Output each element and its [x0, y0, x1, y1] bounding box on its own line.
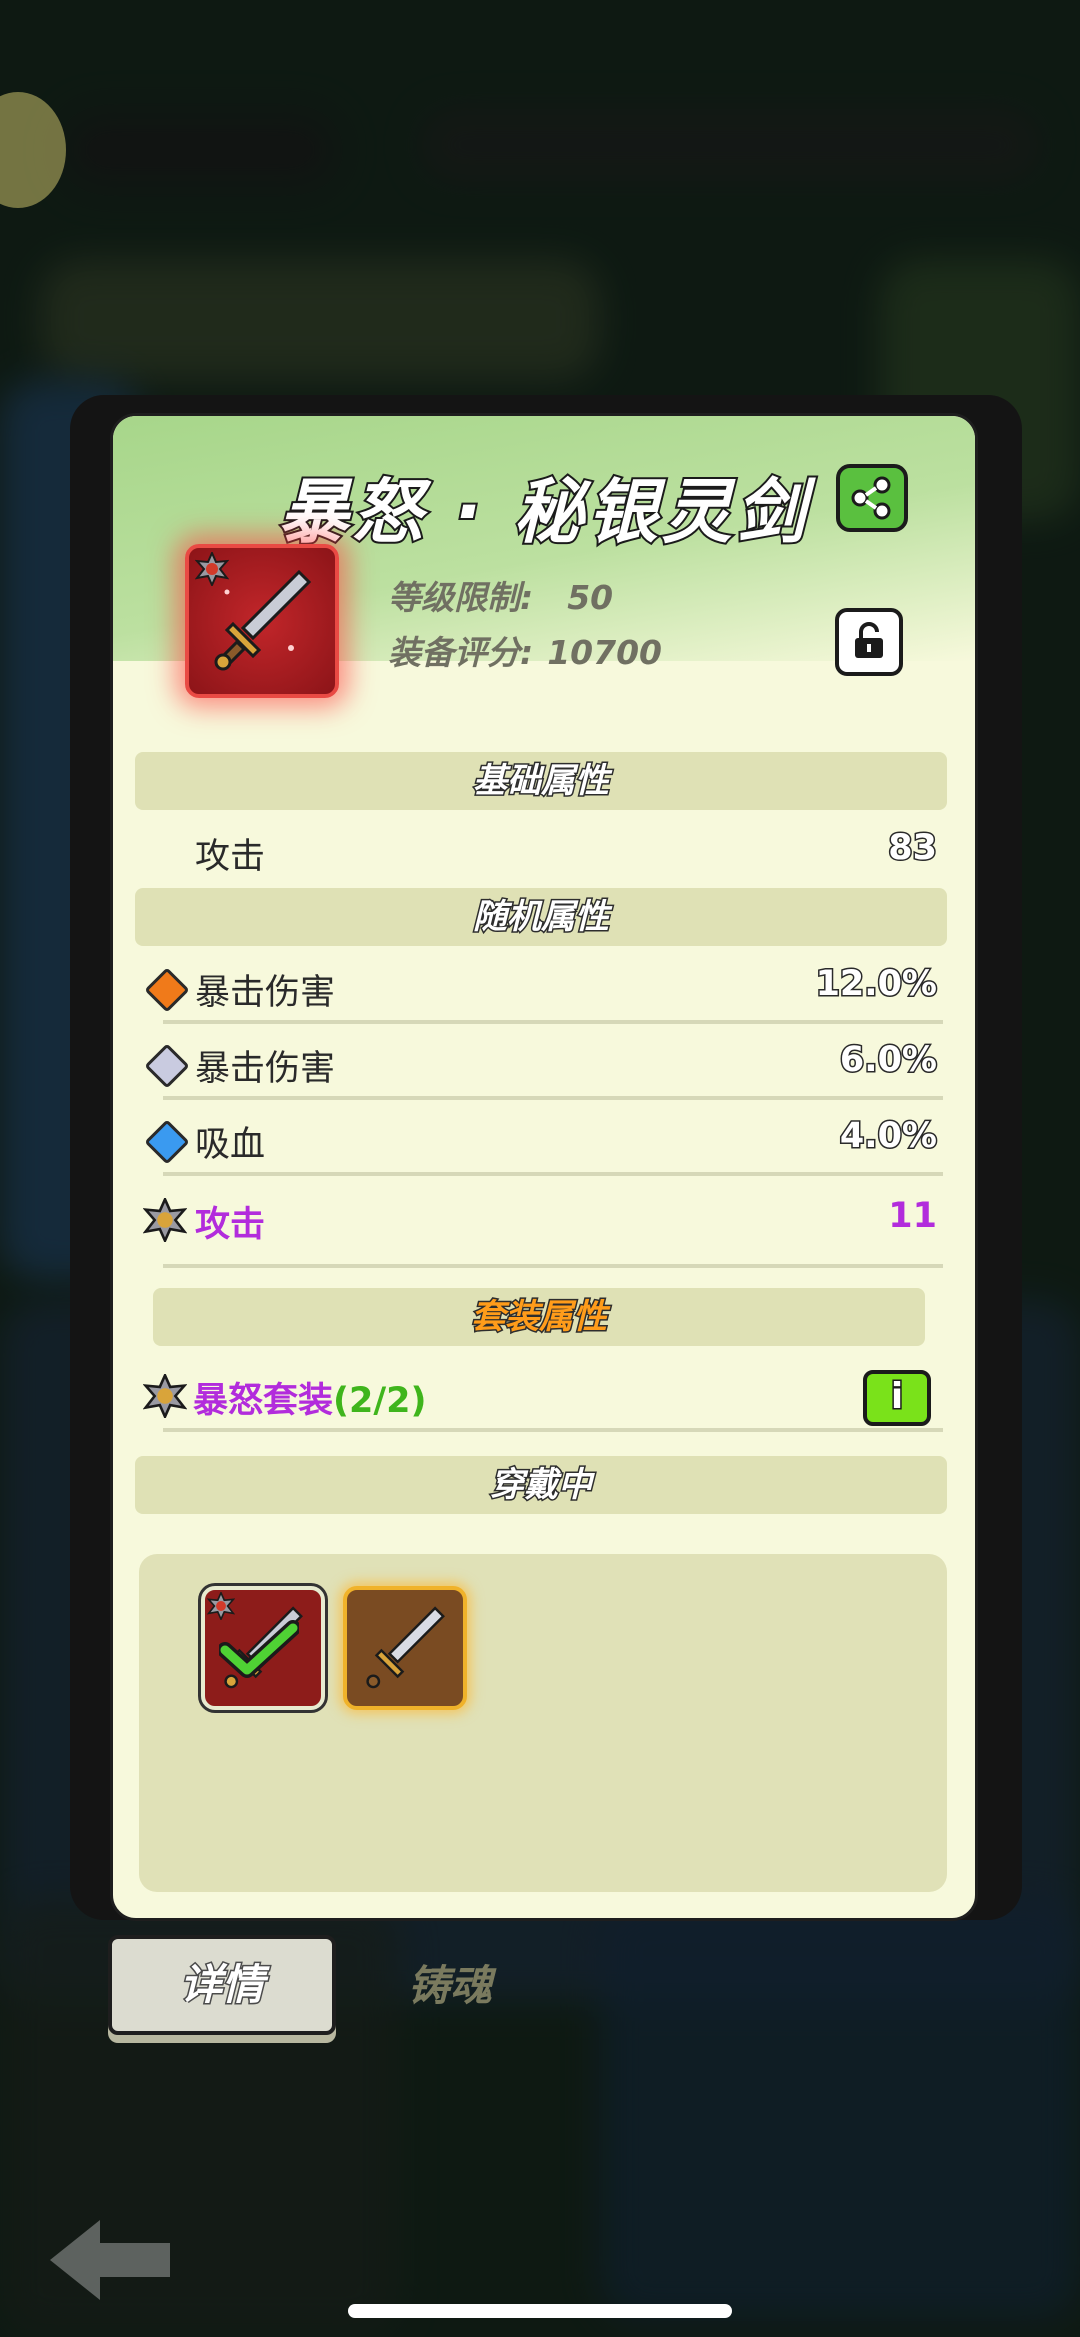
equipped-slot-other[interactable]	[343, 1586, 467, 1710]
equipped-items-panel	[139, 1554, 947, 1892]
section-random-attributes: 随机属性	[135, 888, 947, 946]
divider	[163, 1172, 943, 1176]
equipment-score: 装备评分: 10700	[388, 626, 662, 674]
stat-label: 吸血	[195, 1125, 266, 1165]
score-value: 10700	[547, 633, 663, 672]
set-stat-row: 攻击 11	[143, 1186, 943, 1268]
score-label: 装备评分:	[388, 633, 534, 672]
rage-badge-icon	[143, 1374, 187, 1418]
tab-forge-label: 铸魂	[407, 1961, 492, 2010]
item-icon	[185, 544, 339, 698]
random-stat-row: 暴击伤害 6.0%	[143, 1030, 943, 1100]
level-value: 50	[567, 578, 614, 617]
set-info-button[interactable]: i	[863, 1370, 931, 1426]
random-stat-row: 暴击伤害 12.0%	[143, 954, 943, 1024]
divider	[163, 1020, 943, 1024]
tab-detail-label: 详情	[178, 1959, 265, 2011]
section-wearing: 穿戴中	[135, 1456, 947, 1514]
stat-label: 攻击	[195, 1205, 266, 1245]
info-icon: i	[889, 1375, 904, 1419]
level-label: 等级限制:	[388, 578, 534, 617]
divider	[163, 1264, 943, 1268]
home-indicator[interactable]	[348, 2304, 732, 2318]
lock-icon	[855, 622, 883, 658]
divider	[163, 1428, 943, 1432]
divider	[163, 1096, 943, 1100]
random-stat-row: 吸血 4.0%	[143, 1106, 943, 1176]
stat-label: 攻击	[195, 837, 266, 877]
stat-label: 暴击伤害	[195, 973, 336, 1013]
equipped-slot-current[interactable]	[201, 1586, 325, 1710]
set-name: 暴怒套装(2/2)	[193, 1372, 427, 1423]
orange-gem-icon	[144, 967, 190, 1013]
sword-icon	[366, 1606, 445, 1689]
checkmark-icon	[219, 1620, 299, 1678]
level-requirement: 等级限制: 50	[388, 571, 613, 619]
stat-value: 12.0%	[814, 963, 938, 1006]
stat-value: 83	[887, 827, 939, 870]
tab-detail[interactable]: 详情	[108, 1935, 336, 2035]
tab-forge-soul[interactable]: 铸魂	[360, 1940, 540, 2032]
section-base-attributes: 基础属性	[135, 752, 947, 810]
share-icon	[851, 476, 891, 520]
stat-value: 4.0%	[838, 1115, 938, 1158]
blue-gem-icon	[144, 1119, 190, 1165]
section-set-attributes: 套装属性	[153, 1288, 925, 1346]
back-arrow-icon[interactable]	[40, 2215, 180, 2305]
item-detail-card: 暴怒 · 秘银灵剑 等级限制: 50 装备评分: 10700 基础属性 攻击 8…	[110, 413, 978, 1921]
sword-icon	[214, 569, 312, 671]
set-count: (2/2)	[333, 1381, 427, 1421]
stat-value: 11	[888, 1196, 937, 1236]
rage-badge-icon	[143, 1198, 187, 1242]
set-name-text: 暴怒套装	[193, 1381, 334, 1421]
stat-label: 暴击伤害	[195, 1049, 336, 1089]
stat-value: 6.0%	[838, 1039, 938, 1082]
lock-button[interactable]	[835, 608, 903, 676]
silver-gem-icon	[144, 1043, 190, 1089]
share-button[interactable]	[836, 464, 908, 532]
base-stat-row: 攻击 83	[143, 818, 943, 888]
set-bonus-row: 暴怒套装(2/2) i	[143, 1362, 943, 1432]
